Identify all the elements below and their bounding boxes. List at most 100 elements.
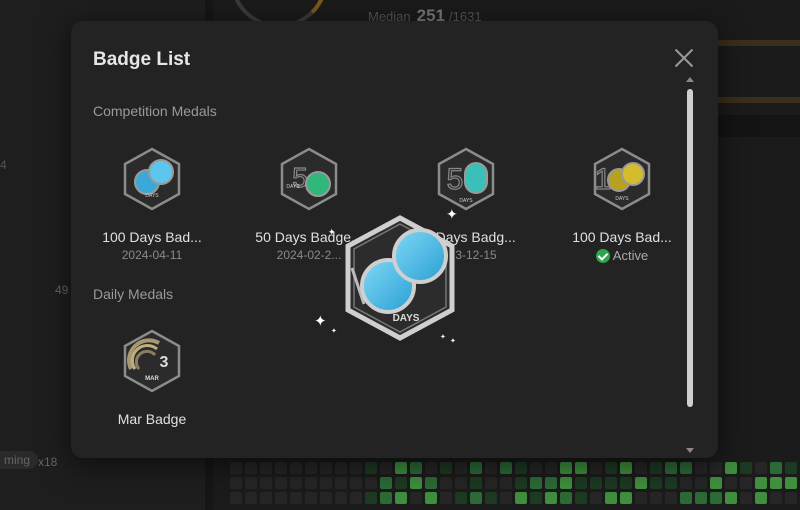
background-activity-heatmap (230, 462, 800, 510)
heatmap-cell (245, 462, 257, 474)
background-progress-bar (718, 40, 800, 46)
heatmap-cell (290, 462, 302, 474)
heatmap-cell (770, 477, 782, 489)
heatmap-cell (530, 492, 542, 504)
background-tag-count: x18 (38, 455, 58, 469)
heatmap-cell (680, 492, 692, 504)
heatmap-cell (740, 492, 752, 504)
heatmap-cell (575, 477, 587, 489)
featured-badge-popup[interactable]: DAYS (330, 208, 470, 348)
background-number: 49 (55, 283, 69, 297)
heatmap-cell (275, 492, 287, 504)
heatmap-cell (290, 477, 302, 489)
heatmap-cell (575, 462, 587, 474)
heatmap-cell (695, 462, 707, 474)
heatmap-cell (650, 477, 662, 489)
heatmap-cell (245, 477, 257, 489)
badge-item[interactable]: 1 DAYS 100 Days Bad... Active (557, 147, 687, 268)
svg-text:5: 5 (447, 163, 464, 196)
heatmap-cell (410, 477, 422, 489)
heatmap-cell (290, 492, 302, 504)
heatmap-cell (455, 477, 467, 489)
heatmap-cell (335, 492, 347, 504)
badge-date: 2024-04-11 (121, 248, 183, 262)
sparkle-icon: ✦ (331, 328, 337, 335)
scroll-down-arrow-icon[interactable] (686, 448, 694, 453)
100-days-blue-badge-icon: DAYS (123, 147, 181, 211)
heatmap-cell (305, 492, 317, 504)
heatmap-cell (635, 492, 647, 504)
50-days-teal-badge-icon: 5 DAYS (437, 147, 495, 211)
50-days-green-badge-icon: 5 DAYS (280, 147, 338, 211)
heatmap-cell (305, 477, 317, 489)
heatmap-cell (230, 477, 242, 489)
heatmap-cell (305, 462, 317, 474)
heatmap-cell (725, 462, 737, 474)
heatmap-cell (605, 462, 617, 474)
heatmap-cell (425, 492, 437, 504)
heatmap-cell (320, 492, 332, 504)
heatmap-cell (230, 462, 242, 474)
badge-name: 100 Days Bad... (102, 229, 202, 245)
heatmap-cell (590, 492, 602, 504)
background-tag-chip: ming (0, 451, 39, 469)
sparkle-icon: ✦ (328, 227, 336, 237)
status-label: Active (612, 248, 649, 263)
svg-text:DAYS: DAYS (286, 184, 300, 190)
heatmap-cell (770, 462, 782, 474)
heatmap-cell (335, 462, 347, 474)
heatmap-cell (425, 477, 437, 489)
heatmap-cell (470, 462, 482, 474)
heatmap-cell (260, 492, 272, 504)
badge-name: 100 Days Bad... (572, 229, 672, 245)
heatmap-cell (695, 492, 707, 504)
heatmap-cell (605, 477, 617, 489)
heatmap-cell (350, 462, 362, 474)
heatmap-cell (380, 492, 392, 504)
heatmap-cell (770, 492, 782, 504)
heatmap-cell (515, 492, 527, 504)
heatmap-cell (665, 477, 677, 489)
heatmap-cell (335, 477, 347, 489)
heatmap-cell (365, 492, 377, 504)
badge-name: Mar Badge (117, 411, 187, 427)
heatmap-cell (545, 492, 557, 504)
badge-item[interactable]: 3 MAR Mar Badge (87, 329, 217, 427)
heatmap-cell (665, 462, 677, 474)
heatmap-cell (755, 477, 767, 489)
heatmap-cell (560, 492, 572, 504)
heatmap-cell (365, 477, 377, 489)
heatmap-cell (710, 492, 722, 504)
mar-3-daily-badge-icon: 3 MAR (123, 329, 181, 393)
heatmap-cell (560, 477, 572, 489)
heatmap-cell (485, 462, 497, 474)
heatmap-cell (710, 477, 722, 489)
heatmap-cell (740, 462, 752, 474)
scrollbar-thumb[interactable] (687, 89, 693, 407)
modal-title: Badge List (93, 49, 191, 70)
heatmap-cell (755, 492, 767, 504)
heatmap-cell (275, 477, 287, 489)
scroll-up-arrow-icon[interactable] (686, 77, 694, 82)
heatmap-cell (560, 462, 572, 474)
section-title-competition: Competition Medals (93, 103, 217, 119)
close-icon[interactable] (674, 48, 694, 68)
heatmap-cell (620, 462, 632, 474)
heatmap-cell (785, 492, 797, 504)
heatmap-cell (485, 477, 497, 489)
badge-item[interactable]: DAYS 100 Days Bad... 2024-04-11 (87, 147, 217, 262)
heatmap-cell (755, 462, 767, 474)
heatmap-cell (665, 492, 677, 504)
heatmap-cell (245, 492, 257, 504)
heatmap-cell (650, 462, 662, 474)
heatmap-cell (785, 462, 797, 474)
background-panel (718, 115, 800, 137)
heatmap-cell (425, 462, 437, 474)
status-badge: Active (595, 248, 649, 263)
heatmap-cell (530, 462, 542, 474)
sparkle-icon: ✦ (440, 334, 446, 341)
heatmap-cell (485, 492, 497, 504)
svg-text:DAYS: DAYS (459, 198, 473, 204)
scrollbar[interactable] (686, 77, 694, 453)
heatmap-cell (515, 462, 527, 474)
